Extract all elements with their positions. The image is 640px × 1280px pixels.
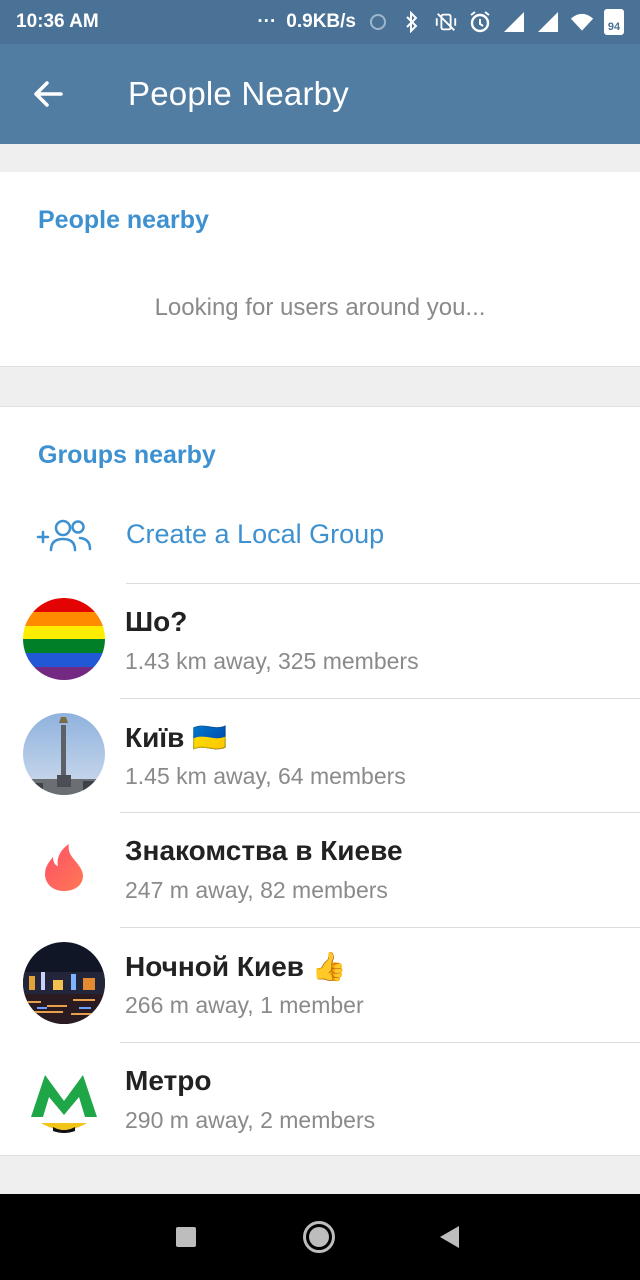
group-name: Київ 🇺🇦 xyxy=(125,722,228,753)
system-nav-bar xyxy=(0,1194,640,1280)
group-item-metro[interactable]: Метро 290 m away, 2 members xyxy=(0,1043,640,1157)
monument-avatar xyxy=(23,713,105,795)
group-item-sho[interactable]: Шо? 1.43 km away, 325 members xyxy=(0,584,640,698)
groups-nearby-header: Groups nearby xyxy=(38,441,216,469)
network-speed: 0.9KB/s xyxy=(286,11,356,32)
signal-icon xyxy=(502,10,526,34)
page-title: People Nearby xyxy=(128,75,349,112)
group-item-dating-kiev[interactable]: Знакомства в Киеве 247 m away, 82 member… xyxy=(0,813,640,927)
people-search-status: Looking for users around you... xyxy=(154,294,486,321)
group-name: Метро xyxy=(125,1065,212,1096)
create-local-group-button[interactable]: Create a Local Group xyxy=(0,507,640,583)
group-item-night-kiev[interactable]: Ночной Киев 👍 266 m away, 1 member xyxy=(0,928,640,1042)
back-button[interactable] xyxy=(0,44,96,144)
people-nearby-section: People nearby Looking for users around y… xyxy=(0,172,640,367)
wifi-icon xyxy=(570,10,594,34)
signal-icon xyxy=(536,10,560,34)
sync-icon xyxy=(366,10,390,34)
bluetooth-icon xyxy=(400,10,424,34)
recents-button[interactable] xyxy=(176,1227,196,1247)
group-distance: 247 m away, 82 members xyxy=(125,877,388,903)
group-distance: 266 m away, 1 member xyxy=(125,992,364,1018)
group-item-kyiv[interactable]: Київ 🇺🇦 1.45 km away, 64 members xyxy=(0,699,640,813)
battery-icon: 94 xyxy=(604,9,624,35)
group-distance: 1.45 km away, 64 members xyxy=(125,763,406,789)
rainbow-flag-avatar xyxy=(23,598,105,680)
status-icons: ··· 0.9KB/s 94 xyxy=(257,9,624,35)
group-name: Ночной Киев 👍 xyxy=(125,951,347,982)
home-button[interactable] xyxy=(303,1221,335,1253)
more-dots: ··· xyxy=(257,11,277,32)
arrow-left-icon xyxy=(34,81,63,107)
alarm-icon xyxy=(468,10,492,34)
thumbs-up-icon: 👍 xyxy=(311,951,347,982)
nav-back-button[interactable] xyxy=(440,1226,459,1248)
home-icon xyxy=(309,1227,329,1247)
vibrate-off-icon xyxy=(434,10,458,34)
groups-nearby-section: Groups nearby Create a Local Group Шо? 1… xyxy=(0,406,640,1156)
create-local-group-label: Create a Local Group xyxy=(126,519,385,549)
metro-logo-avatar xyxy=(23,1057,105,1139)
group-name: Знакомства в Киеве xyxy=(125,835,403,866)
group-name: Шо? xyxy=(125,606,188,637)
ukraine-flag-icon: 🇺🇦 xyxy=(192,722,228,753)
status-bar: 10:36 AM ··· 0.9KB/s 94 xyxy=(0,0,640,44)
group-distance: 290 m away, 2 members xyxy=(125,1107,376,1133)
group-distance: 1.43 km away, 325 members xyxy=(125,648,419,674)
people-nearby-header: People nearby xyxy=(38,206,209,234)
app-bar: People Nearby xyxy=(0,44,640,144)
add-group-icon xyxy=(36,519,92,552)
night-city-avatar xyxy=(23,942,105,1024)
status-time: 10:36 AM xyxy=(16,11,99,32)
flame-avatar xyxy=(23,827,105,909)
